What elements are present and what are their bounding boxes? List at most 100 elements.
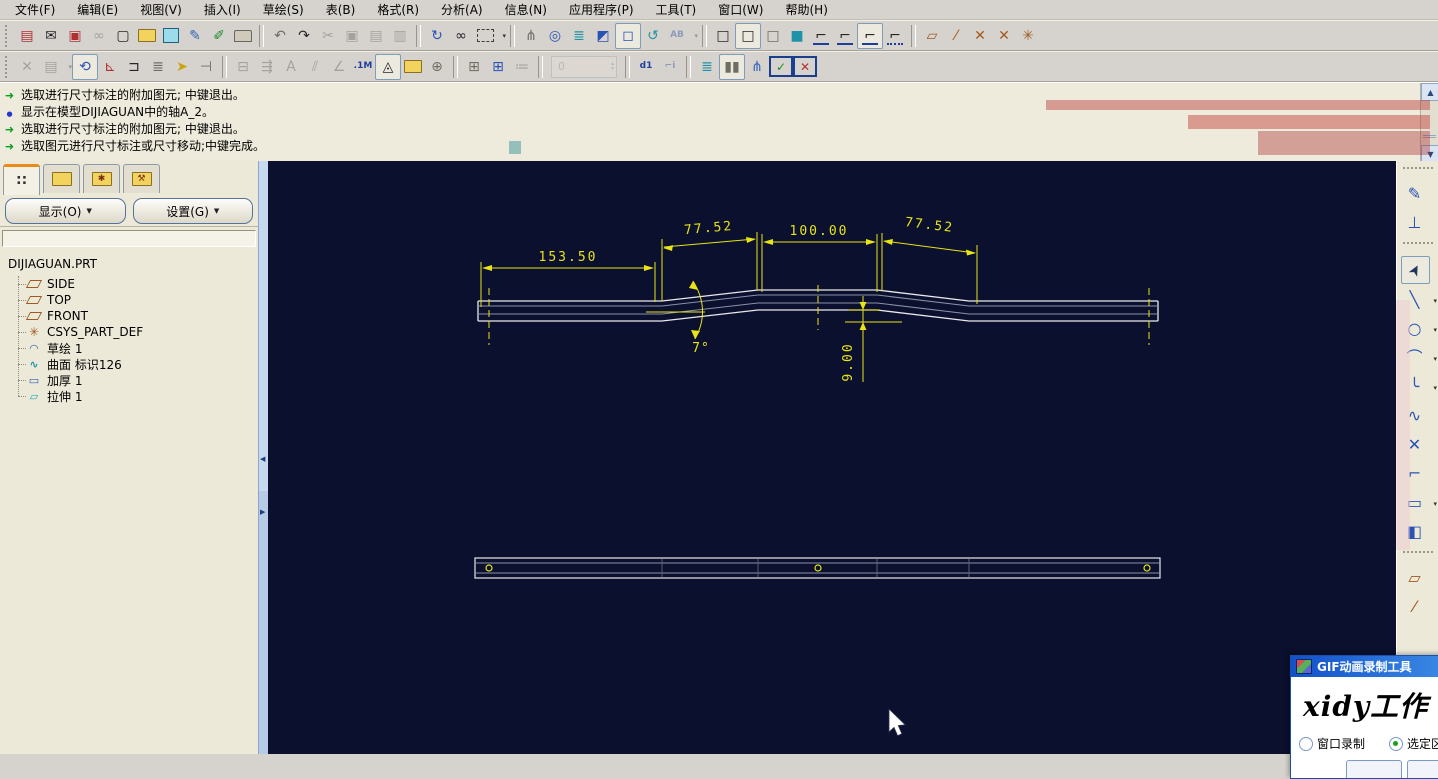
spin-center-button[interactable]: ⋔	[519, 24, 543, 48]
menu-sketch[interactable]: 草绘(S)	[252, 0, 315, 19]
witness-line-button[interactable]: ⊣	[194, 55, 218, 79]
wireframe-view-button[interactable]: □	[711, 24, 735, 48]
sep[interactable]	[453, 55, 458, 78]
print-button[interactable]	[231, 24, 255, 48]
edge-display-hidden-button[interactable]: ⌐	[857, 22, 883, 49]
annotation-button[interactable]: AB	[665, 24, 698, 48]
radio-button-icon[interactable]	[1299, 736, 1313, 751]
tree-item-extrude[interactable]: ▱ 拉伸 1	[16, 388, 256, 404]
hidden-line-view-button[interactable]: □	[735, 22, 761, 49]
redo-button[interactable]: ↷	[292, 24, 316, 48]
tab-folder-browser[interactable]	[43, 164, 80, 193]
dimension-bend-angle[interactable]: 7°	[646, 280, 710, 356]
decimal-places-button[interactable]: .1M	[351, 55, 375, 79]
link-button[interactable]: ∞	[87, 24, 111, 48]
dimension-slope-left[interactable]: 77.52	[661, 219, 758, 301]
table-update-button[interactable]: ⊞	[486, 55, 510, 79]
radio-window-record[interactable]: 窗口录制	[1299, 735, 1365, 752]
reorient-view-button[interactable]: ↺	[641, 24, 665, 48]
dimension-slope-right[interactable]: 77.52	[881, 215, 978, 304]
toolbar-grip[interactable]	[5, 24, 12, 47]
menu-analysis[interactable]: 分析(A)	[430, 0, 494, 19]
no-hidden-view-button[interactable]: □	[761, 24, 785, 48]
dim-text-100-00[interactable]: 100.00	[790, 224, 849, 239]
hatch-button[interactable]: ⫽	[303, 55, 327, 79]
send-email-button[interactable]: ✉	[39, 24, 63, 48]
relations-button[interactable]: ⋔	[745, 55, 769, 79]
arc-tool[interactable]: ⌒	[1401, 345, 1437, 371]
edge-display-dashed-button[interactable]: ⌐	[833, 24, 857, 48]
attach-balloon-button[interactable]: ⊕	[425, 55, 449, 79]
sep[interactable]	[259, 24, 264, 47]
gif-recorder-window[interactable]: GIF动画录制工具 xidy工作 窗口录制 选定区域	[1290, 655, 1438, 779]
menu-table[interactable]: 表(B)	[315, 0, 367, 19]
graphics-canvas[interactable]: 153.50 77.52 100.00 77.52 7° 9.00	[268, 161, 1396, 754]
datum-axis-tool[interactable]: ⁄	[1401, 594, 1428, 620]
paste-button[interactable]: ▤	[364, 24, 388, 48]
regen-manager-button[interactable]: ⊐	[122, 55, 146, 79]
table-rows-button[interactable]: ≔	[510, 55, 534, 79]
axis-display-button[interactable]: ⁄	[944, 24, 968, 48]
selection-filter-button[interactable]	[473, 24, 506, 48]
shaded-view-button[interactable]: ■	[785, 24, 809, 48]
csys-display-button[interactable]: ✳	[1016, 24, 1040, 48]
undo-button[interactable]: ↶	[268, 24, 292, 48]
centerlines[interactable]	[488, 285, 1150, 345]
tree-item-thicken[interactable]: ▭ 加厚 1	[16, 372, 256, 388]
menu-format[interactable]: 格式(R)	[366, 0, 430, 19]
menu-insert[interactable]: 插入(I)	[193, 0, 252, 19]
tree-columns-button[interactable]: ▤	[39, 55, 72, 79]
expand-right-arrow-icon[interactable]: ▶	[260, 508, 265, 516]
menu-edit[interactable]: 编辑(E)	[66, 0, 129, 19]
tab-model-tree[interactable]: ∷	[3, 164, 40, 195]
table-button[interactable]: ⊞	[462, 55, 486, 79]
split-window-button[interactable]: ▮▮	[719, 53, 745, 80]
sheet-number-field[interactable]: 0	[551, 55, 617, 78]
modify-angle-button[interactable]: ∠	[327, 55, 351, 79]
line-tool[interactable]: ╲	[1401, 287, 1437, 313]
radio-button-icon[interactable]	[1389, 736, 1404, 751]
tree-item-csys[interactable]: ✳ CSYS_PART_DEF	[16, 324, 256, 340]
toolbar-grip[interactable]	[1403, 551, 1433, 559]
show-button[interactable]: 显示(O)	[5, 198, 126, 224]
menu-tools[interactable]: 工具(T)	[645, 0, 708, 19]
fillet-tool[interactable]: ╰	[1401, 374, 1437, 400]
gif-recorder-button-left[interactable]	[1346, 760, 1402, 778]
toolbar-grip[interactable]	[1403, 242, 1433, 250]
table-style-button[interactable]: ≣	[146, 55, 170, 79]
select-tool[interactable]: ➤	[1401, 256, 1430, 284]
plane-display-button[interactable]: ▱	[920, 24, 944, 48]
tree-root-part[interactable]: DIJIAGUAN.PRT	[2, 254, 256, 276]
update-sheet-button[interactable]: ⟲	[72, 53, 98, 80]
dim-text-77-52-left[interactable]: 77.52	[684, 219, 734, 238]
new-file-button[interactable]: ▢	[111, 24, 135, 48]
dimension-length-left[interactable]: 153.50	[480, 250, 656, 307]
balloons-folder-button[interactable]	[401, 55, 425, 79]
spline-tool[interactable]: ∿	[1401, 403, 1428, 429]
datum-plane-tool[interactable]: ▱	[1401, 565, 1428, 591]
tab-connections[interactable]: ⚒	[123, 164, 160, 193]
open-file-button[interactable]	[135, 24, 159, 48]
scroll-up-button[interactable]	[1421, 83, 1438, 101]
tree-item-sketch[interactable]: ◠ 草绘 1	[16, 340, 256, 356]
tree-item-front[interactable]: FRONT	[16, 308, 256, 324]
text-style-button[interactable]: A	[279, 55, 303, 79]
tab-favorites[interactable]: ✱	[83, 164, 120, 193]
point-tool[interactable]: ✕	[1401, 432, 1428, 458]
sep[interactable]	[625, 55, 630, 78]
radio-selected-region[interactable]: 选定区域	[1389, 735, 1438, 752]
export-image-button[interactable]: ▣	[63, 24, 87, 48]
sep[interactable]	[538, 55, 543, 78]
menu-info[interactable]: 信息(N)	[494, 0, 558, 19]
sep[interactable]	[686, 55, 691, 78]
plan-view-geometry[interactable]	[474, 557, 1161, 579]
attach-info-button[interactable]: ⌐i	[658, 55, 682, 79]
settings-button[interactable]: 设置(G)	[132, 198, 253, 224]
dimension-length-middle[interactable]: 100.00	[761, 224, 878, 292]
toolbar-grip[interactable]	[1403, 167, 1433, 175]
sep[interactable]	[911, 24, 916, 47]
edge-display-wave-button[interactable]: ⌐	[883, 24, 907, 48]
view-settings-button[interactable]: ◎	[543, 24, 567, 48]
save-file-button[interactable]	[159, 24, 183, 48]
collapse-left-arrow-icon[interactable]: ◀	[260, 455, 265, 463]
